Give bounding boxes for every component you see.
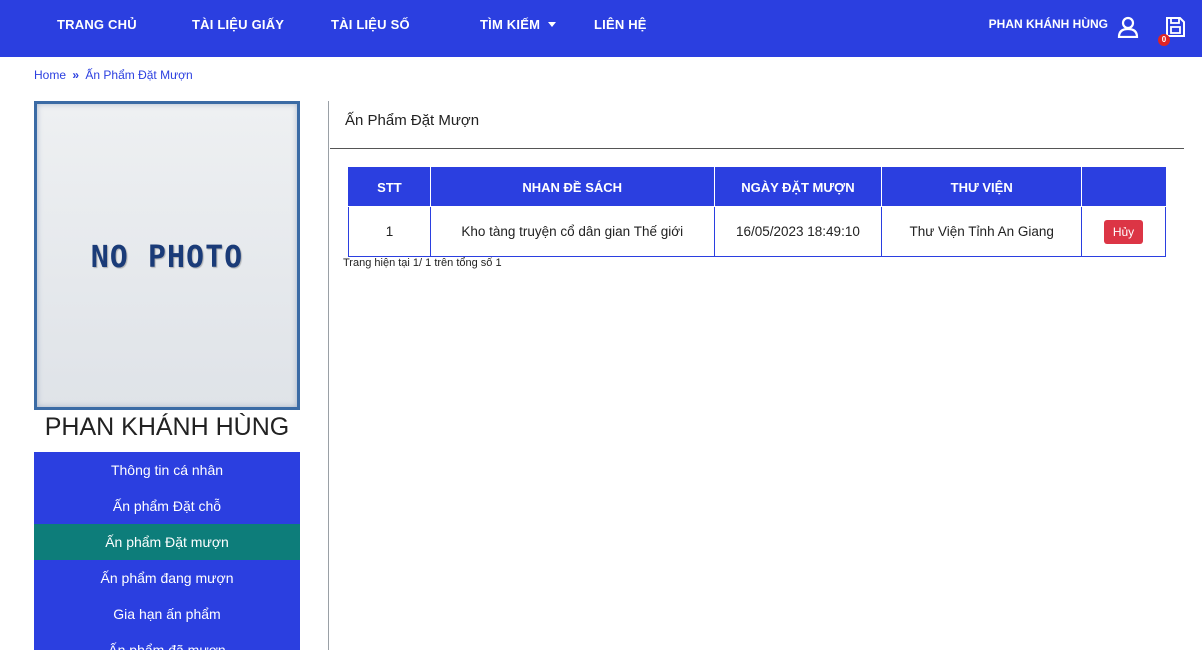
menu-item-currently-borrowed[interactable]: Ấn phẩm đang mượn [34,560,300,596]
breadcrumb-current[interactable]: Ấn Phẩm Đặt Mượn [85,68,192,82]
nav-contact[interactable]: LIÊN HỆ [594,0,647,57]
nav-digital-docs[interactable]: TÀI LIỆU SỐ [331,0,410,57]
cell-library: Thư Viện Tỉnh An Giang [881,206,1083,257]
menu-item-personal-info[interactable]: Thông tin cá nhân [34,452,300,488]
chevron-down-icon [548,22,557,28]
vertical-divider [328,101,329,650]
cancel-button[interactable]: Hủy [1103,219,1144,244]
borrow-requests-table: STT NHAN ĐỀ SÁCH NGÀY ĐẶT MƯỢN THƯ VIỆN … [348,167,1166,257]
cell-borrow-date: 16/05/2023 18:49:10 [713,206,883,257]
user-name-link[interactable]: PHAN KHÁNH HÙNG [989,0,1108,49]
account-sidebar-menu: Thông tin cá nhân Ấn phẩm Đặt chỗ Ấn phẩ… [34,452,300,650]
breadcrumb-home[interactable]: Home [34,68,66,82]
breadcrumb: Home » Ấn Phẩm Đặt Mượn [34,68,193,82]
table-row: 1 Kho tàng truyện cổ dân gian Thế giới 1… [348,206,1166,257]
nav-paper-docs[interactable]: TÀI LIỆU GIẤY [192,0,284,57]
cell-book-title: Kho tàng truyện cổ dân gian Thế giới [429,206,715,257]
column-header-title: NHAN ĐỀ SÁCH [429,167,715,207]
column-header-action [1081,167,1166,207]
cell-stt: 1 [348,206,431,257]
user-icon[interactable] [1117,16,1139,38]
breadcrumb-separator: » [72,68,80,82]
page-title: Ấn Phẩm Đặt Mượn [345,112,480,129]
menu-item-borrow-history[interactable]: Ấn phẩm đã mượn [34,632,300,650]
pagination-info: Trang hiện tại 1/ 1 trên tổng số 1 [343,257,502,269]
cell-action: Hủy [1081,206,1166,257]
nav-search-label: TÌM KIẾM [480,17,541,32]
top-navbar: TRANG CHỦ TÀI LIỆU GIẤY TÀI LIỆU SỐ TÌM … [0,0,1202,57]
cart-count-badge: 0 [1158,34,1170,46]
title-divider [330,148,1184,149]
profile-name: PHAN KHÁNH HÙNG [44,413,290,441]
menu-item-reservations[interactable]: Ấn phẩm Đặt chỗ [34,488,300,524]
column-header-date: NGÀY ĐẶT MƯỢN [713,167,883,207]
column-header-stt: STT [348,167,431,207]
menu-item-renewals[interactable]: Gia hạn ấn phẩm [34,596,300,632]
menu-item-borrow-requests[interactable]: Ấn phẩm Đặt mượn [34,524,300,560]
profile-photo: NO PHOTO [34,101,300,410]
column-header-library: THƯ VIỆN [881,167,1083,207]
nav-search-dropdown[interactable]: TÌM KIẾM [480,0,557,57]
table-header-row: STT NHAN ĐỀ SÁCH NGÀY ĐẶT MƯỢN THƯ VIỆN [348,167,1166,207]
nav-home[interactable]: TRANG CHỦ [57,0,137,57]
no-photo-text: NO PHOTO [90,240,244,275]
